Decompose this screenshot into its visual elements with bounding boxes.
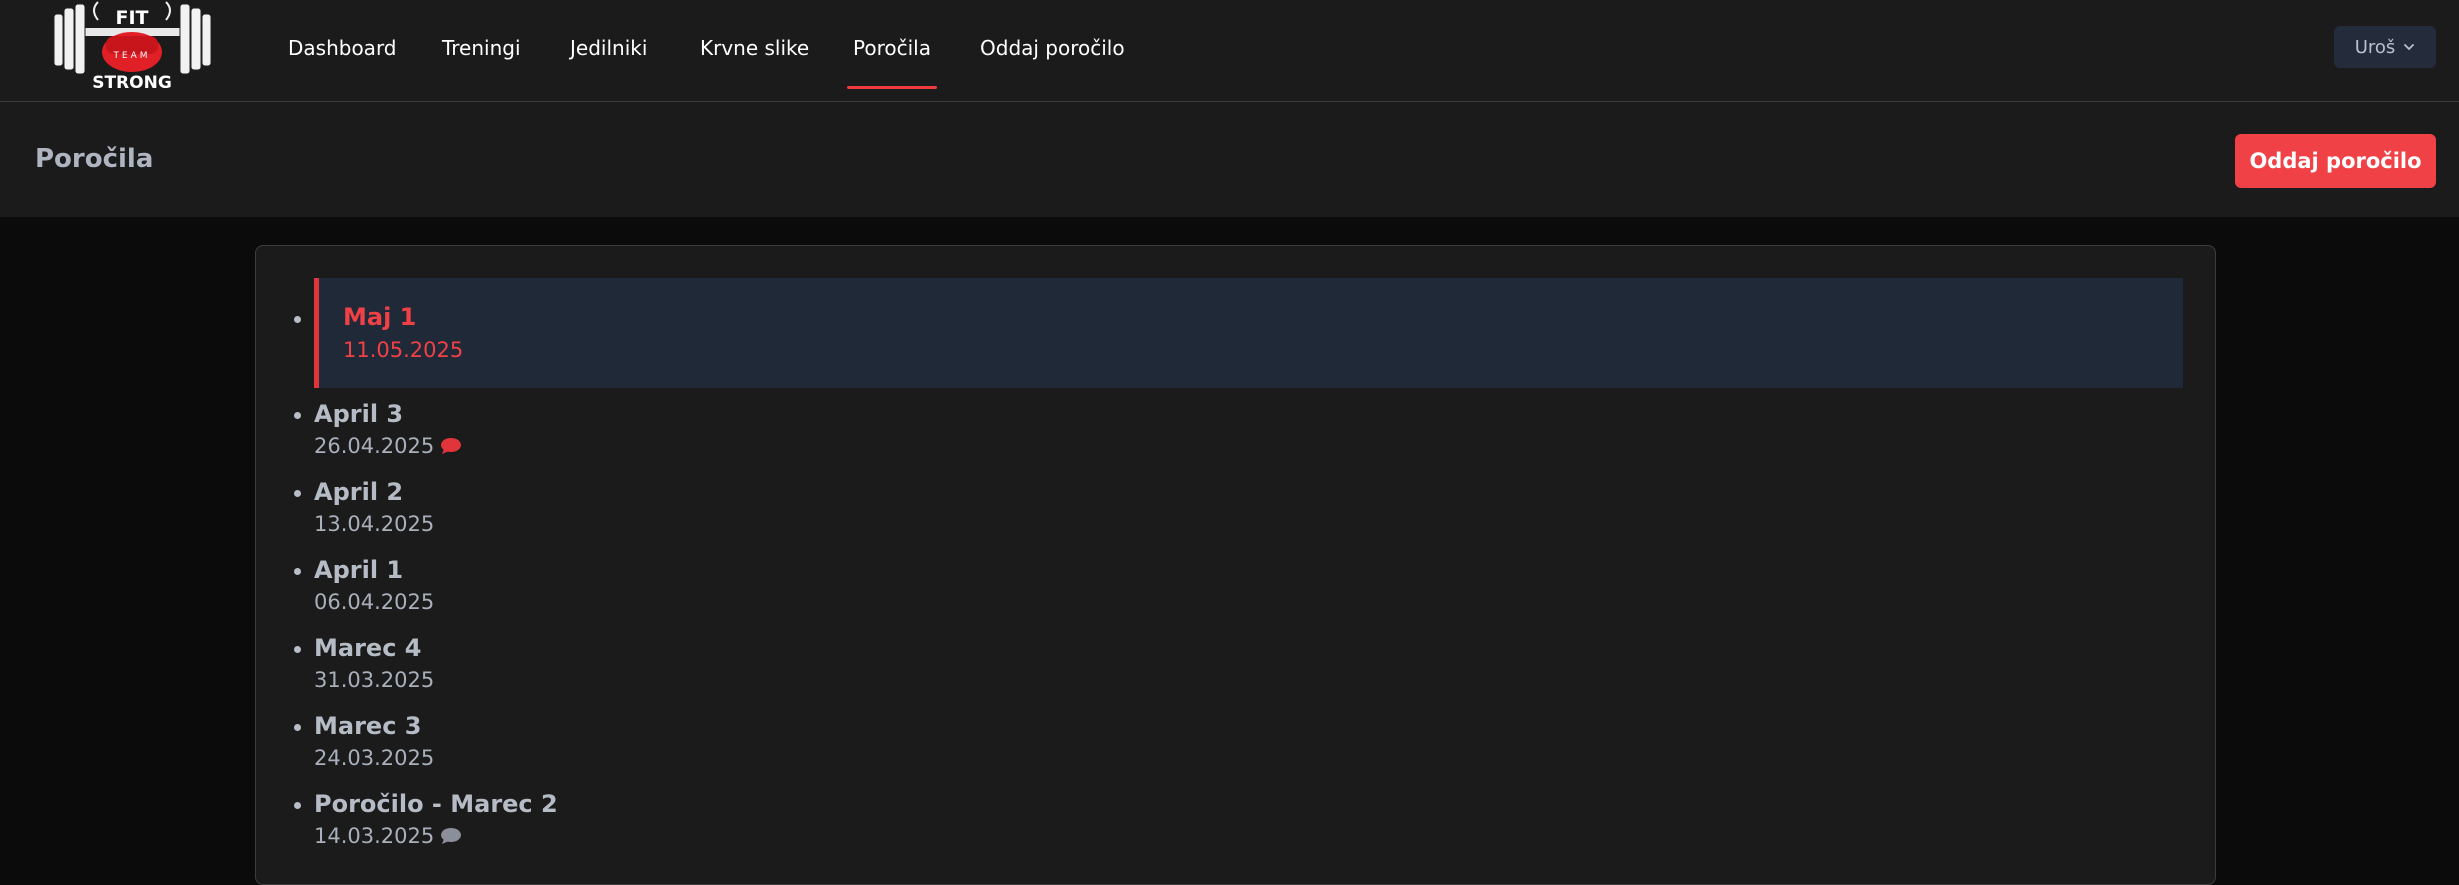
user-name: Uroš [2354, 36, 2396, 58]
chevron-down-icon [2404, 44, 2415, 51]
report-title: April 2 [314, 478, 404, 506]
chat-bubble-icon [441, 438, 462, 454]
report-title: April 1 [314, 556, 404, 584]
logo-text-fit: FIT [115, 7, 148, 29]
logo-text-team: TEAM [112, 51, 150, 61]
fit-team-strong-logo[interactable]: FIT TEAM STRONG [50, 0, 215, 96]
list-bullet [294, 802, 301, 809]
report-date: 13.04.2025 [314, 512, 435, 536]
nav-link-krvne-slike[interactable]: Krvne slike [700, 36, 809, 60]
report-date: 14.03.2025 [314, 824, 462, 848]
top-navbar: FIT TEAM STRONG Dashboard Treningi Jedil… [0, 0, 2459, 102]
nav-link-dashboard[interactable]: Dashboard [288, 36, 397, 60]
report-title: April 3 [314, 400, 404, 428]
report-date: 06.04.2025 [314, 590, 435, 614]
list-bullet [294, 412, 301, 419]
chat-bubble-icon [441, 828, 462, 844]
nav-link-oddaj-porocilo[interactable]: Oddaj poročilo [980, 36, 1125, 60]
report-title: Marec 3 [314, 712, 422, 740]
report-title: Marec 4 [314, 634, 422, 662]
reports-card: Maj 1 11.05.2025 April 3 26.04.2025 Apri… [255, 245, 2216, 885]
report-date: 31.03.2025 [314, 668, 435, 692]
page-title: Poročila [35, 144, 154, 174]
report-date: 11.05.2025 [343, 338, 464, 362]
logo-text-strong: STRONG [92, 73, 172, 93]
report-date: 26.04.2025 [314, 434, 462, 458]
report-title: Poročilo - Marec 2 [314, 790, 558, 818]
nav-link-porocila[interactable]: Poročila [847, 36, 937, 89]
active-report-highlight[interactable]: Maj 1 11.05.2025 [314, 278, 2183, 388]
report-date: 24.03.2025 [314, 746, 435, 770]
nav-link-jedilniki[interactable]: Jedilniki [570, 36, 647, 60]
nav-link-treningi[interactable]: Treningi [442, 36, 521, 60]
submit-report-button[interactable]: Oddaj poročilo [2235, 134, 2436, 188]
list-bullet [294, 724, 301, 731]
user-menu-button[interactable]: Uroš [2334, 26, 2436, 68]
report-title: Maj 1 [343, 303, 417, 331]
page-header: Poročila Oddaj poročilo [0, 102, 2459, 217]
list-bullet [294, 316, 301, 323]
list-bullet [294, 646, 301, 653]
list-bullet [294, 490, 301, 497]
list-bullet [294, 568, 301, 575]
